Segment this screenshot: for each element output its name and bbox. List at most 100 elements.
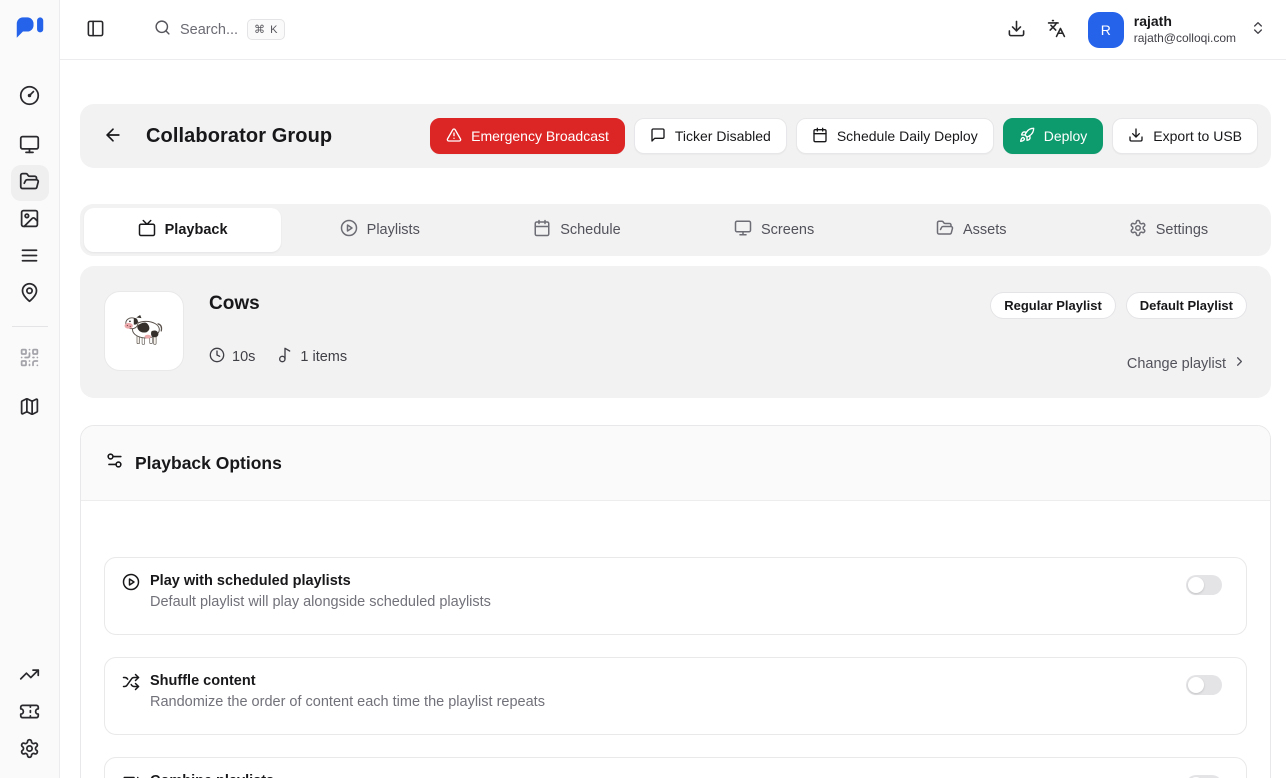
sidebar-divider — [12, 326, 48, 327]
image-icon — [19, 208, 40, 232]
emergency-broadcast-button[interactable]: Emergency Broadcast — [430, 118, 625, 154]
app-root: Search... ⌘ K R rajath rajath@colloqi.co… — [0, 0, 1286, 778]
tab-label: Playlists — [367, 222, 420, 238]
menu-icon — [19, 245, 40, 269]
button-label: Emergency Broadcast — [471, 128, 609, 144]
search-shortcut-badge: ⌘ K — [247, 19, 285, 40]
playlist-badges: Regular Playlist Default Playlist — [990, 292, 1247, 319]
option-text: Play with scheduled playlists Default pl… — [150, 573, 491, 610]
playlist-card: Cows 10s 1 items Regular Pl — [80, 266, 1271, 398]
option-title: Shuffle content — [150, 673, 545, 689]
change-playlist-link[interactable]: Change playlist — [1127, 354, 1247, 373]
tab-screens[interactable]: Screens — [676, 208, 873, 252]
playlist-items: 1 items — [277, 347, 347, 367]
playlist-items-value: 1 items — [300, 349, 347, 365]
tab-label: Settings — [1156, 222, 1208, 238]
map-pin-icon — [19, 282, 40, 306]
trending-up-icon — [19, 664, 40, 688]
user-name: rajath — [1134, 13, 1236, 31]
chevron-right-icon — [1232, 354, 1247, 373]
cow-image — [121, 310, 167, 353]
playback-options-section: Playback Options Play with scheduled pla… — [80, 425, 1271, 778]
playback-options-header: Playback Options — [81, 426, 1270, 501]
alert-triangle-icon — [446, 127, 462, 146]
language-button[interactable] — [1040, 13, 1074, 47]
calendar-icon — [533, 219, 551, 241]
gauge-icon — [19, 85, 40, 109]
button-label: Export to USB — [1153, 128, 1242, 144]
sliders-icon — [105, 451, 124, 475]
option-row-combine-playlists: Combine playlists — [104, 757, 1247, 778]
sidebar-item-assets[interactable] — [11, 202, 49, 238]
sidebar-nav-bottom — [11, 658, 49, 768]
sidebar-item-analytics[interactable] — [11, 658, 49, 694]
monitor-icon — [19, 134, 40, 158]
deploy-button[interactable]: Deploy — [1003, 118, 1104, 154]
arrow-left-icon — [103, 125, 123, 148]
option-text: Shuffle content Randomize the order of c… — [150, 673, 545, 710]
option-row-play-with-scheduled: Play with scheduled playlists Default pl… — [104, 557, 1247, 635]
gear-icon — [1129, 219, 1147, 241]
sidebar — [0, 0, 60, 778]
playlist-info: Cows 10s 1 items — [209, 291, 347, 373]
folder-open-icon — [936, 219, 954, 241]
music-note-icon — [277, 347, 293, 367]
option-title: Play with scheduled playlists — [150, 573, 491, 589]
button-label: Schedule Daily Deploy — [837, 128, 978, 144]
search-input[interactable]: Search... ⌘ K — [154, 19, 285, 41]
sidebar-item-settings[interactable] — [11, 732, 49, 768]
option-row-shuffle-content: Shuffle content Randomize the order of c… — [104, 657, 1247, 735]
sidebar-item-qr[interactable] — [11, 341, 49, 377]
sidebar-item-dashboard[interactable] — [11, 79, 49, 115]
badge-default-playlist: Default Playlist — [1126, 292, 1247, 319]
folder-open-icon — [19, 171, 40, 195]
playback-options-body: Play with scheduled playlists Default pl… — [81, 501, 1270, 778]
button-label: Ticker Disabled — [675, 128, 771, 144]
change-playlist-label: Change playlist — [1127, 356, 1226, 372]
sidebar-item-map[interactable] — [11, 390, 49, 426]
message-square-icon — [650, 127, 666, 146]
sidebar-item-playlists[interactable] — [11, 165, 49, 201]
export-to-usb-button[interactable]: Export to USB — [1112, 118, 1258, 154]
play-with-scheduled-toggle[interactable] — [1186, 575, 1222, 595]
tab-label: Schedule — [560, 222, 620, 238]
user-names: rajath rajath@colloqi.com — [1134, 13, 1236, 46]
user-email: rajath@colloqi.com — [1134, 31, 1236, 46]
playlist-thumbnail — [104, 291, 184, 371]
search-icon — [154, 19, 171, 41]
languages-icon — [1047, 19, 1066, 41]
sidebar-item-locations[interactable] — [11, 276, 49, 312]
ticket-icon — [19, 701, 40, 725]
download-icon — [1007, 19, 1026, 41]
playback-options-title: Playback Options — [135, 453, 282, 474]
download-icon — [1128, 127, 1144, 146]
option-description: Randomize the order of content each time… — [150, 694, 545, 710]
shuffle-content-toggle[interactable] — [1186, 675, 1222, 695]
tv-icon — [138, 219, 156, 241]
qr-code-icon — [19, 347, 40, 371]
tab-assets[interactable]: Assets — [873, 208, 1070, 252]
schedule-daily-deploy-button[interactable]: Schedule Daily Deploy — [796, 118, 994, 154]
chevrons-up-down-icon — [1250, 20, 1266, 39]
tab-schedule[interactable]: Schedule — [478, 208, 675, 252]
user-menu[interactable]: R rajath rajath@colloqi.com — [1080, 8, 1272, 52]
sidebar-item-screens[interactable] — [11, 128, 49, 164]
rocket-icon — [1019, 127, 1035, 146]
tab-label: Screens — [761, 222, 814, 238]
sidebar-toggle-button[interactable] — [78, 13, 112, 47]
download-button[interactable] — [1000, 13, 1034, 47]
option-text: Combine playlists — [150, 773, 274, 778]
tab-playback[interactable]: Playback — [84, 208, 281, 252]
option-description: Default playlist will play alongside sch… — [150, 594, 491, 610]
tab-settings[interactable]: Settings — [1070, 208, 1267, 252]
sidebar-item-licenses[interactable] — [11, 695, 49, 731]
sidebar-item-list[interactable] — [11, 239, 49, 275]
play-circle-icon — [122, 573, 140, 596]
avatar: R — [1088, 12, 1124, 48]
playlist-duration-value: 10s — [232, 349, 255, 365]
gear-icon — [19, 738, 40, 762]
ticker-disabled-button[interactable]: Ticker Disabled — [634, 118, 787, 154]
back-button[interactable] — [96, 119, 130, 153]
map-icon — [19, 396, 40, 420]
tab-playlists[interactable]: Playlists — [281, 208, 478, 252]
